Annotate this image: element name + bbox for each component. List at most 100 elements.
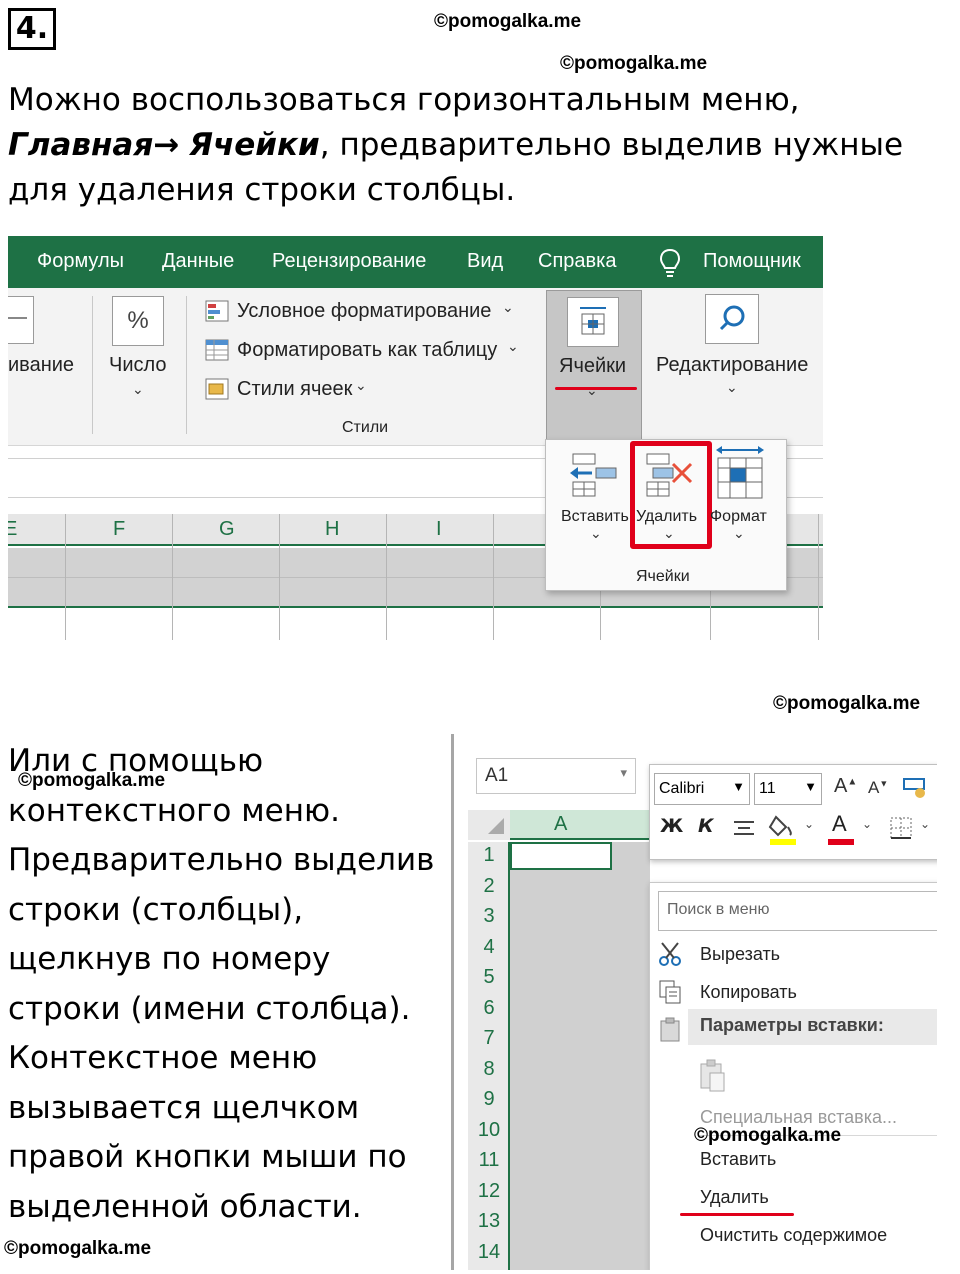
format-cells-icon[interactable] [714,444,766,502]
row-number[interactable]: 14 [468,1241,510,1264]
bold-button[interactable]: Ж [660,815,683,837]
chevron-down-icon[interactable]: ⌄ [507,339,519,355]
font-color-icon[interactable]: A [826,811,856,847]
column-e[interactable]: E [8,518,17,541]
chevron-down-icon[interactable]: ▼ [732,779,745,794]
row-number[interactable]: 7 [468,1027,510,1050]
align-center-icon[interactable] [732,819,756,839]
menu-item-copy[interactable]: Копировать [700,982,797,1003]
shrink-font-icon[interactable]: A▼ [868,778,888,798]
menu-item-cut[interactable]: Вырезать [700,944,780,965]
row-number[interactable]: 13 [468,1210,510,1233]
row-number[interactable]: 2 [468,875,510,898]
chevron-down-icon[interactable]: ⌄ [804,817,814,831]
chevron-down-icon[interactable]: ⌄ [355,378,367,394]
format-cells-label[interactable]: Формат [710,508,767,526]
delete-cells-label[interactable]: Удалить [636,508,697,526]
row-number[interactable]: 4 [468,936,510,959]
intro-cells: Ячейки [189,127,320,163]
cells-dropdown: Вставить ⌄ Удалить ⌄ Формат ⌄ Ячейки [545,439,787,591]
format-table-icon[interactable] [205,339,231,363]
menu-item-clear-contents[interactable]: Очистить содержимое [700,1225,887,1246]
active-cell-a1[interactable] [510,842,612,870]
percent-glyph: % [127,307,149,334]
name-box-value: A1 [485,765,509,786]
percent-icon[interactable]: % [112,296,164,346]
insert-cells-label[interactable]: Вставить [561,508,629,526]
menu-search-input[interactable]: Поиск в меню [658,891,937,931]
grid-line [172,514,173,640]
tab-assistant[interactable]: Помощник [703,250,801,273]
select-all-corner[interactable] [468,810,510,840]
currency-format-icon[interactable] [902,775,928,801]
chevron-down-icon[interactable]: ⌄ [733,526,745,542]
row-number[interactable]: 1 [468,844,510,867]
paste-option-icon[interactable] [698,1059,728,1093]
format-as-table-label[interactable]: Форматировать как таблицу [237,339,497,362]
chevron-down-icon: ⌄ [586,383,598,399]
conditional-format-label[interactable]: Условное форматирование [237,300,491,323]
row-number[interactable]: 10 [468,1119,510,1142]
tab-help[interactable]: Справка [538,250,616,273]
cells-underline [555,387,637,390]
name-box[interactable]: A1 ▾ [476,758,636,794]
column-f[interactable]: F [113,518,125,541]
tab-review[interactable]: Рецензирование [272,250,426,273]
chevron-down-icon[interactable]: ▼ [804,779,817,794]
chevron-down-icon[interactable]: ⌄ [663,526,675,542]
cells-icon [567,297,619,347]
column-h[interactable]: H [325,518,339,541]
watermark: ©pomogalka.me [434,11,582,32]
row-number[interactable]: 5 [468,966,510,989]
tab-formulas[interactable]: Формулы [37,250,124,273]
align-icon[interactable] [8,296,34,344]
watermark: ©pomogalka.me [694,1125,842,1146]
styles-group-label: Стили [342,419,389,436]
watermark: ©pomogalka.me [560,53,708,74]
ribbon-body: ивание % Число ⌄ Условное форматирование… [8,288,823,446]
insert-cells-icon[interactable] [568,450,618,500]
chevron-down-icon[interactable]: ⌄ [132,382,144,398]
chevron-down-icon[interactable]: ▾ [620,765,627,781]
selected-rows[interactable] [510,842,650,1270]
delete-cells-icon[interactable] [643,450,697,500]
cells-group-label: Ячейки [636,568,690,585]
row-number[interactable]: 11 [468,1149,510,1172]
chevron-down-icon[interactable]: ⌄ [590,526,602,542]
column-g[interactable]: G [219,518,235,541]
font-name-select[interactable]: Calibri ▼ [654,773,750,805]
borders-icon[interactable] [888,815,914,841]
chevron-down-icon[interactable]: ⌄ [726,380,738,396]
chevron-down-icon[interactable]: ⌄ [502,300,514,316]
fill-color-icon[interactable] [768,813,798,847]
number-label[interactable]: Число [109,354,167,377]
tab-view[interactable]: Вид [467,250,503,273]
editing-label[interactable]: Редактирование [656,354,808,377]
ribbon-tab-bar: Формулы Данные Рецензирование Вид Справк… [8,236,823,288]
grow-font-icon[interactable]: A▲ [834,775,857,798]
row-number[interactable]: 9 [468,1088,510,1111]
cell-styles-icon[interactable] [205,378,231,402]
column-header-a[interactable]: A [510,810,660,840]
tab-data[interactable]: Данные [162,250,234,273]
conditional-format-icon[interactable] [205,300,231,324]
chevron-down-icon[interactable]: ⌄ [920,817,930,831]
row-number[interactable]: 6 [468,997,510,1020]
row-number[interactable]: 3 [468,905,510,928]
alignment-label[interactable]: ивание [8,354,74,377]
grid-line [818,514,819,640]
font-size-select[interactable]: 11 ▼ [754,773,822,805]
cell-styles-label[interactable]: Стили ячеек [237,378,352,401]
row-number[interactable]: 8 [468,1058,510,1081]
chevron-down-icon[interactable]: ⌄ [862,817,872,831]
intro-text: Можно воспользоваться горизонтальным мен… [8,82,800,118]
search-icon[interactable] [705,294,759,344]
italic-button[interactable]: К [698,815,714,837]
column-i[interactable]: I [436,518,442,541]
cells-button[interactable]: Ячейки ⌄ [546,290,642,440]
menu-item-insert[interactable]: Вставить [700,1149,776,1170]
menu-item-delete[interactable]: Удалить [700,1187,769,1208]
group-separator [186,296,187,434]
context-menu-instructions: Или с помощью контекстного меню. Предвар… [8,743,435,1225]
row-number[interactable]: 12 [468,1180,510,1203]
